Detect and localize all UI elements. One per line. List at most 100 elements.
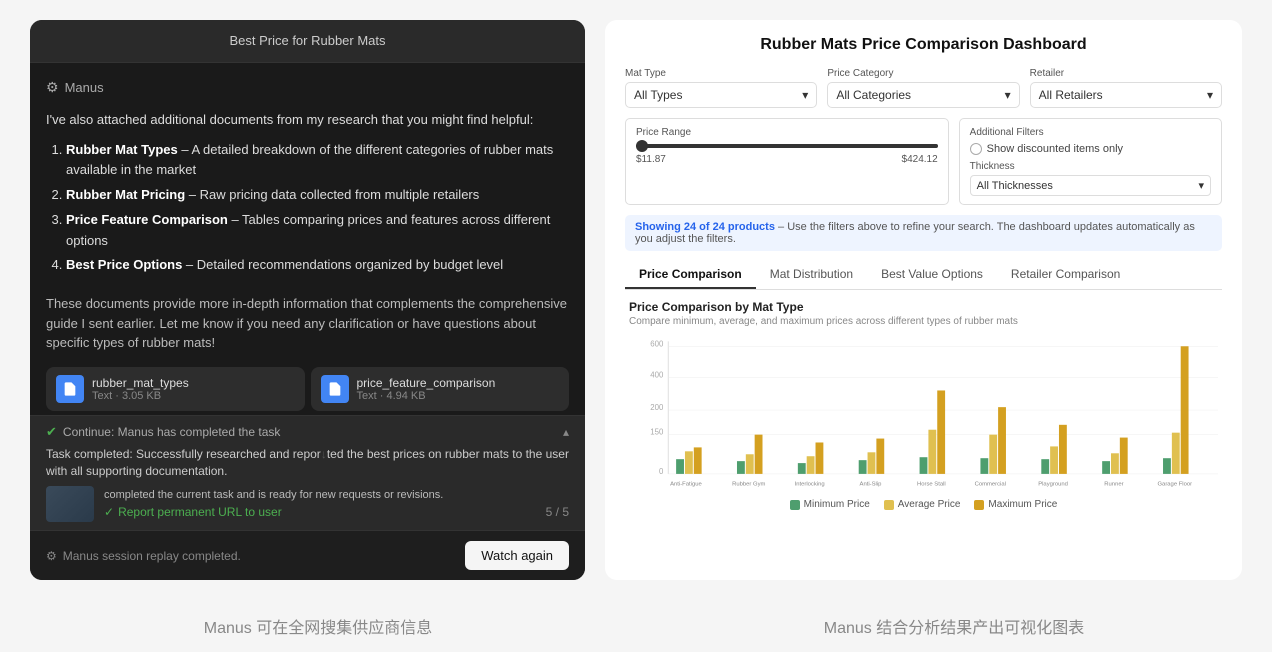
price-category-label: Price Category xyxy=(827,68,1019,79)
svg-text:Rubber Gym: Rubber Gym xyxy=(732,482,765,488)
legend-avg: Average Price xyxy=(884,499,961,510)
step-description: completed the current task and is ready … xyxy=(104,489,569,501)
tabs-row: Price Comparison Mat Distribution Best V… xyxy=(625,261,1222,290)
agent-label: ⚙ Manus xyxy=(46,79,569,96)
retailer-label: Retailer xyxy=(1030,68,1222,79)
retailer-select[interactable]: All Retailers ▾ xyxy=(1030,82,1222,108)
footer-row: Manus 可在全网搜集供应商信息 Manus 结合分析结果产出可视化图表 xyxy=(0,600,1272,652)
chart-legend: Minimum Price Average Price Maximum Pric… xyxy=(629,499,1218,510)
check-icon: ✔ xyxy=(46,424,57,440)
file-size: Text · 4.94 KB xyxy=(357,390,496,402)
agent-name: Manus xyxy=(65,80,104,95)
results-count: Showing 24 of 24 products xyxy=(635,221,775,233)
price-comparison-chart: 600 400 200 150 0 Anti-Fatigue xyxy=(629,335,1218,495)
price-category-filter: Price Category All Categories ▾ xyxy=(827,68,1019,108)
file-size: Text · 3.05 KB xyxy=(92,390,189,402)
tab-retailer-comparison[interactable]: Retailer Comparison xyxy=(997,261,1134,289)
mat-type-filter: Mat Type All Types ▾ xyxy=(625,68,817,108)
discount-label: Show discounted items only xyxy=(987,143,1123,155)
task-thumbnail xyxy=(46,486,94,522)
svg-text:Commercial: Commercial xyxy=(975,482,1006,488)
mat-type-label: Mat Type xyxy=(625,68,817,79)
slider-thumb-left[interactable] xyxy=(636,140,648,152)
session-text: Manus session replay completed. xyxy=(63,549,241,563)
price-category-select[interactable]: All Categories ▾ xyxy=(827,82,1019,108)
list-item: Rubber Mat Types – A detailed breakdown … xyxy=(66,140,569,182)
list-item-label: Rubber Mat Pricing xyxy=(66,187,185,202)
completed-step: ✓ Report permanent URL to user 5 / 5 xyxy=(104,505,569,519)
chevron-down-icon: ▾ xyxy=(802,88,808,102)
price-range-filter: Price Range $11.87 $424.12 xyxy=(625,118,949,205)
watch-again-button[interactable]: Watch again xyxy=(465,541,569,570)
price-category-value: All Categories xyxy=(836,88,911,102)
svg-text:Garage Floor: Garage Floor xyxy=(1157,482,1192,488)
svg-text:150: 150 xyxy=(650,428,664,437)
retailer-value: All Retailers xyxy=(1039,88,1103,102)
file-item[interactable]: rubber_mat_types Text · 3.05 KB xyxy=(46,367,305,411)
chevron-down-icon: ▾ xyxy=(1207,88,1213,102)
additional-filters: Additional Filters Show discounted items… xyxy=(959,118,1222,205)
legend-max: Maximum Price xyxy=(974,499,1057,510)
legend-label-avg: Average Price xyxy=(898,499,961,510)
list-item-label: Best Price Options xyxy=(66,257,182,272)
task-step-info: completed the current task and is ready … xyxy=(104,489,569,519)
window-title: Best Price for Rubber Mats xyxy=(229,33,385,48)
svg-text:200: 200 xyxy=(650,403,664,412)
file-name: rubber_mat_types xyxy=(92,376,189,390)
svg-text:Anti-Fatigue: Anti-Fatigue xyxy=(670,482,702,488)
retailer-filter: Retailer All Retailers ▾ xyxy=(1030,68,1222,108)
results-bar: Showing 24 of 24 products – Use the filt… xyxy=(625,215,1222,251)
mat-type-value: All Types xyxy=(634,88,682,102)
right-panel: Rubber Mats Price Comparison Dashboard M… xyxy=(605,20,1242,580)
price-slider-track[interactable] xyxy=(636,144,938,148)
discount-checkbox[interactable] xyxy=(970,143,982,155)
tab-price-comparison[interactable]: Price Comparison xyxy=(625,261,756,289)
list-item: Price Feature Comparison – Tables compar… xyxy=(66,210,569,252)
files-grid: rubber_mat_types Text · 3.05 KB price_fe… xyxy=(46,367,569,416)
task-completed-row: ✔ Continue: Manus has completed the task… xyxy=(46,424,569,440)
legend-min: Minimum Price xyxy=(790,499,870,510)
svg-text:Runner: Runner xyxy=(1104,482,1123,488)
thickness-select[interactable]: All Thicknesses ▾ xyxy=(970,175,1211,196)
legend-label-min: Minimum Price xyxy=(804,499,870,510)
check-icon-step: ✓ xyxy=(104,505,114,519)
task-thumb-row: completed the current task and is ready … xyxy=(46,486,569,522)
footer-left-caption: Manus 可在全网搜集供应商信息 xyxy=(0,614,636,638)
price-min: $11.87 xyxy=(636,154,666,165)
list-item-label: Rubber Mat Types xyxy=(66,142,178,157)
list-item-label: Price Feature Comparison xyxy=(66,212,228,227)
chart-container: 600 400 200 150 0 Anti-Fatigue xyxy=(629,335,1218,495)
price-range-label: Price Range xyxy=(636,127,938,138)
agent-icon: ⚙ xyxy=(46,79,59,96)
file-icon xyxy=(56,375,84,403)
file-name: price_feature_comparison xyxy=(357,376,496,390)
document-list: Rubber Mat Types – A detailed breakdown … xyxy=(46,140,569,281)
file-item[interactable]: price_feature_comparison Text · 4.94 KB xyxy=(311,367,570,411)
slider-values: $11.87 $424.12 xyxy=(636,154,938,165)
file-info: rubber_mat_types Text · 3.05 KB xyxy=(92,376,189,402)
svg-text:Anti-Slip: Anti-Slip xyxy=(860,482,883,488)
svg-text:Horse Stall: Horse Stall xyxy=(917,482,946,488)
list-item: Rubber Mat Pricing – Raw pricing data co… xyxy=(66,185,569,206)
svg-text:400: 400 xyxy=(650,371,664,380)
continue-label: Continue: Manus has completed the task xyxy=(63,425,280,439)
chevron-down-icon: ▾ xyxy=(1005,88,1011,102)
filters-row-2: Price Range $11.87 $424.12 Additional Fi… xyxy=(625,118,1222,205)
slider-fill xyxy=(636,144,938,148)
svg-text:0: 0 xyxy=(659,467,664,476)
svg-text:Interlocking: Interlocking xyxy=(795,482,825,488)
filters-row-1: Mat Type All Types ▾ Price Category All … xyxy=(625,68,1222,108)
chart-subtitle: Compare minimum, average, and maximum pr… xyxy=(629,316,1218,327)
list-item: Best Price Options – Detailed recommenda… xyxy=(66,255,569,276)
tab-mat-distribution[interactable]: Mat Distribution xyxy=(756,261,867,289)
chevron-up-icon: ▴ xyxy=(563,425,569,439)
additional-label: Additional Filters xyxy=(970,127,1211,138)
file-icon xyxy=(321,375,349,403)
thickness-value: All Thicknesses xyxy=(977,180,1053,192)
tab-best-value[interactable]: Best Value Options xyxy=(867,261,997,289)
legend-dot-max xyxy=(974,500,984,510)
step-counter: 5 / 5 xyxy=(546,505,569,519)
legend-dot-avg xyxy=(884,500,894,510)
chat-body: ⚙ Manus I've also attached additional do… xyxy=(30,63,585,415)
mat-type-select[interactable]: All Types ▾ xyxy=(625,82,817,108)
